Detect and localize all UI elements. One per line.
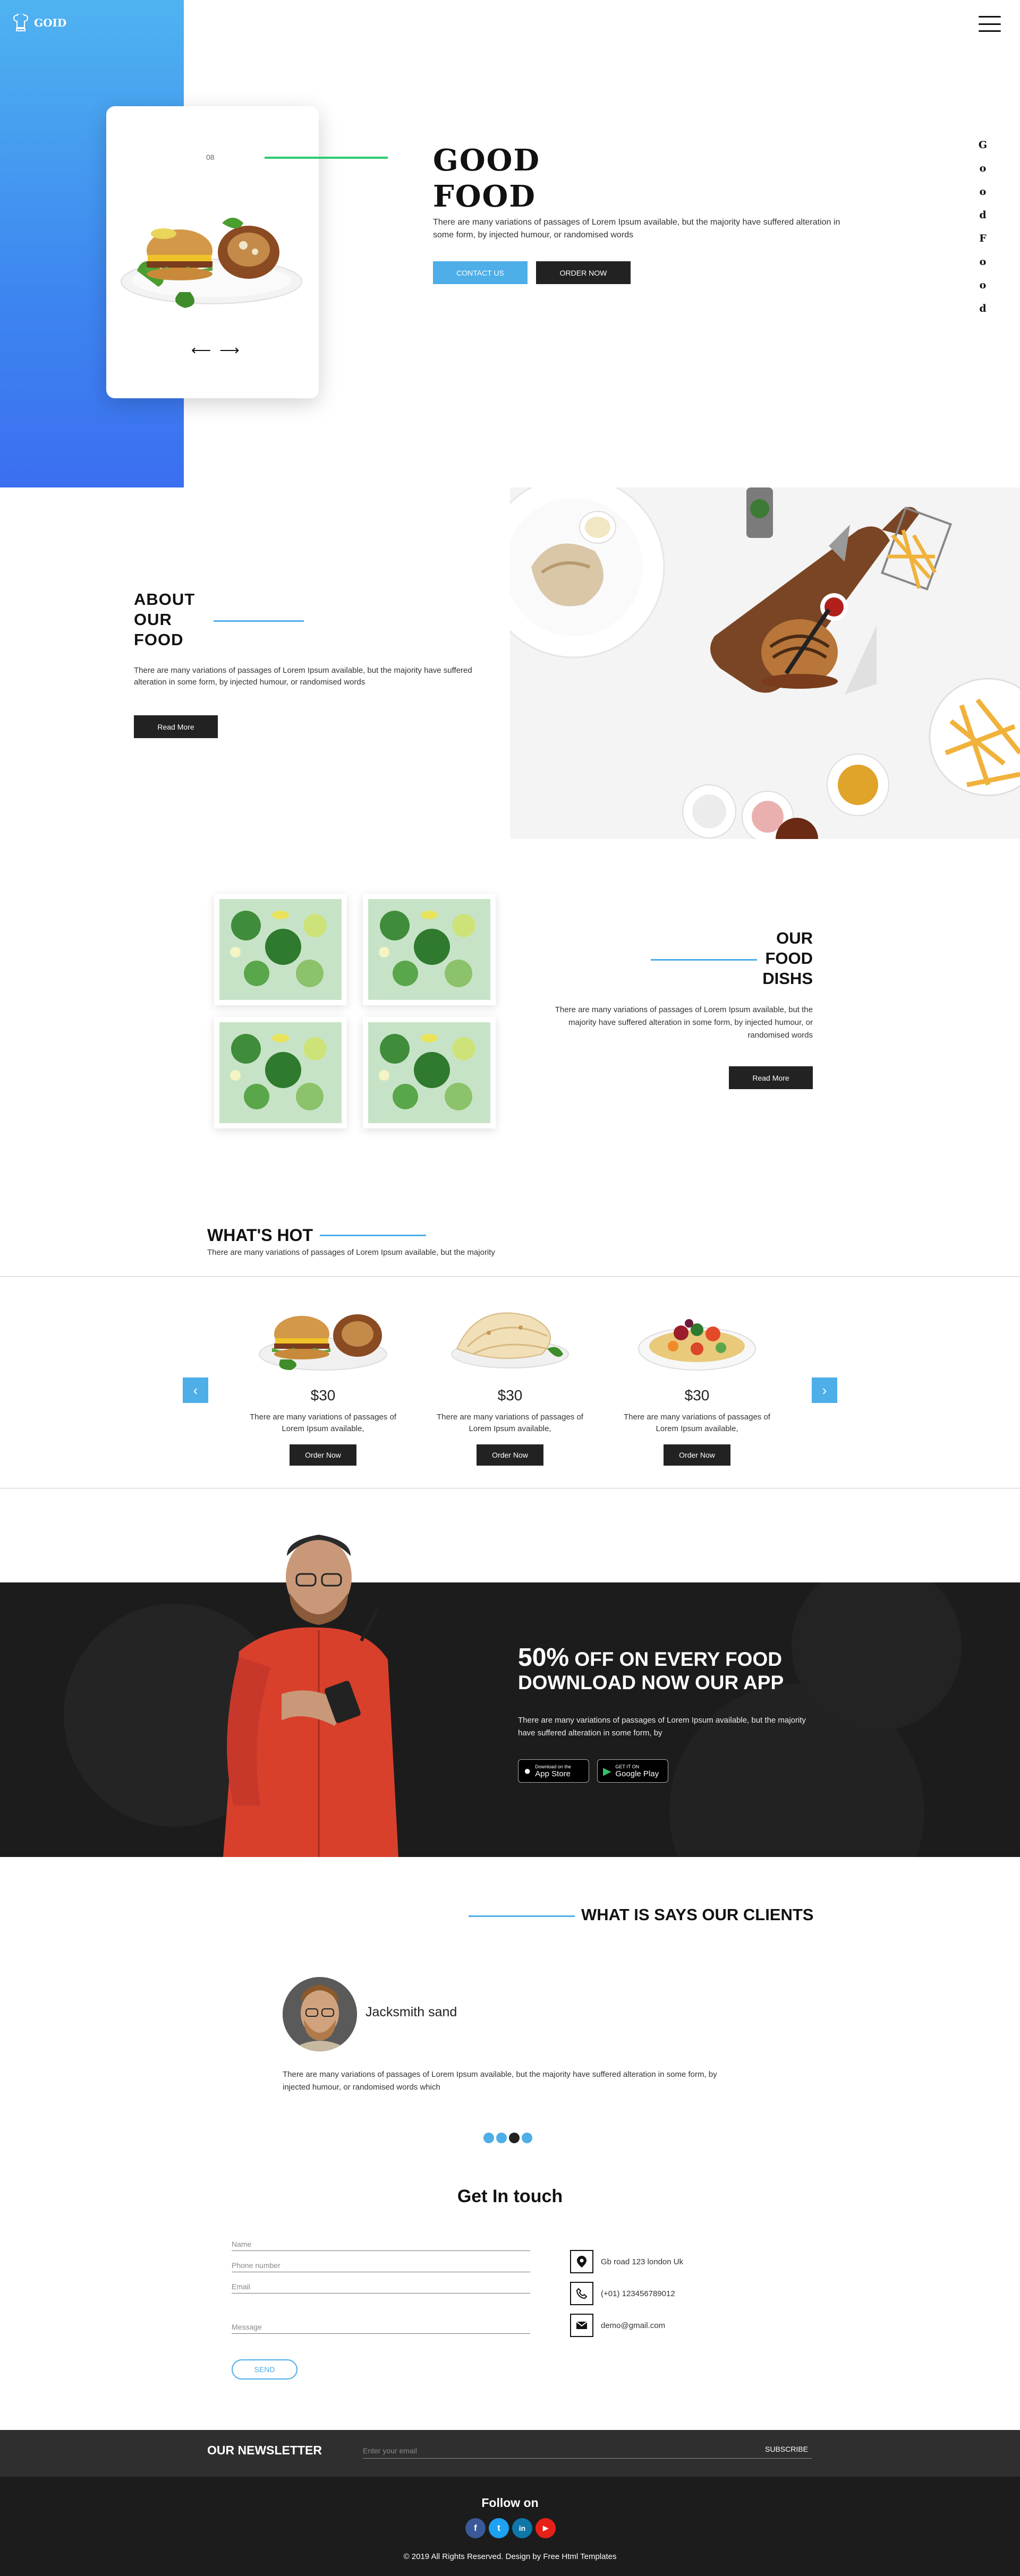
next-arrow-icon[interactable]: ⟶ bbox=[219, 342, 239, 358]
newsletter-title: OUR NEWSLETTER bbox=[207, 2443, 322, 2457]
dot-2[interactable] bbox=[496, 2133, 507, 2143]
hero-title: GOOD FOOD bbox=[433, 143, 540, 214]
contact-us-button[interactable]: CONTACT US bbox=[433, 261, 528, 284]
apple-icon: ● bbox=[524, 1764, 531, 1777]
hamburger-menu-icon[interactable] bbox=[979, 16, 1001, 32]
vegetables-image bbox=[368, 1022, 490, 1123]
youtube-icon[interactable]: ▶ bbox=[536, 2518, 556, 2538]
dot-1[interactable] bbox=[483, 2133, 494, 2143]
hot-item-desc: There are many variations of passages of… bbox=[624, 1413, 770, 1433]
carousel-next-button[interactable]: › bbox=[812, 1377, 837, 1403]
hot-item-3: $30 There are many variations of passage… bbox=[612, 1296, 782, 1466]
play-store-icon: ▶ bbox=[603, 1765, 611, 1777]
slide-index: 08 bbox=[206, 153, 215, 161]
contact-title: Get In touch bbox=[457, 2186, 563, 2206]
client-testimonial: There are many variations of passages of… bbox=[283, 2070, 717, 2092]
whats-hot-title: WHAT'S HOT bbox=[207, 1226, 313, 1245]
location-pin-icon bbox=[570, 2250, 593, 2273]
hot-item-desc: There are many variations of passages of… bbox=[250, 1413, 396, 1433]
hot-item-price: $30 bbox=[310, 1387, 336, 1403]
phone-text: (+01) 123456789012 bbox=[601, 2289, 675, 2298]
google-play-button[interactable]: ▶ GET IT ON Google Play bbox=[597, 1759, 668, 1783]
vertical-word: G o o d F o o d bbox=[978, 139, 988, 314]
vegetables-image bbox=[368, 899, 490, 1000]
man-with-phone-image bbox=[223, 1535, 398, 1857]
vegetables-image bbox=[219, 1022, 342, 1123]
hot-item-desc: There are many variations of passages of… bbox=[437, 1413, 583, 1433]
dish-tile-2[interactable] bbox=[363, 894, 496, 1005]
testimonial-dots bbox=[483, 2133, 532, 2143]
dishes-text: There are many variations of passages of… bbox=[555, 1005, 813, 1040]
message-field[interactable] bbox=[232, 2322, 530, 2334]
email-field[interactable] bbox=[232, 2281, 530, 2293]
newsletter-email-input[interactable] bbox=[363, 2443, 812, 2459]
phone-row: (+01) 123456789012 bbox=[570, 2282, 675, 2305]
dot-3[interactable] bbox=[509, 2133, 520, 2143]
whats-hot-subtitle: There are many variations of passages of… bbox=[207, 1248, 495, 1257]
phone-icon bbox=[570, 2282, 593, 2305]
follow-title: Follow on bbox=[481, 2496, 539, 2510]
carousel-prev-button[interactable]: ‹ bbox=[183, 1377, 208, 1403]
twitter-icon[interactable]: t bbox=[489, 2518, 509, 2538]
clients-title: WHAT IS SAYS OUR CLIENTS bbox=[581, 1905, 814, 1924]
email-row: demo@gmail.com bbox=[570, 2314, 665, 2337]
flatbread-image bbox=[451, 1312, 569, 1368]
hero-section: GOID 08 ⟵ ⟶ GOOD FOOD There are many var… bbox=[0, 0, 1020, 487]
hero-text: There are many variations of passages of… bbox=[433, 218, 840, 239]
promo-banner bbox=[0, 1582, 1020, 1857]
promo-title: 50% OFF ON EVERY FOOD DOWNLOAD NOW OUR A… bbox=[518, 1644, 784, 1694]
app-store-button[interactable]: ● Download on the App Store bbox=[518, 1759, 589, 1783]
client-name: Jacksmith sand bbox=[366, 2005, 457, 2019]
about-title: ABOUT OUR FOOD bbox=[134, 590, 196, 649]
promo-text: There are many variations of passages of… bbox=[518, 1716, 806, 1738]
hot-item-price: $30 bbox=[684, 1387, 710, 1403]
dishes-accent-line bbox=[651, 959, 757, 961]
dish-tile-4[interactable] bbox=[363, 1017, 496, 1128]
chef-hat-icon bbox=[13, 14, 29, 31]
name-field[interactable] bbox=[232, 2239, 530, 2251]
clients-accent-line bbox=[469, 1915, 575, 1917]
address-text: Gb road 123 london Uk bbox=[601, 2257, 684, 2266]
send-button[interactable]: SEND bbox=[232, 2359, 298, 2380]
order-now-button[interactable]: ORDER NOW bbox=[536, 261, 631, 284]
dish-tile-3[interactable] bbox=[214, 1017, 347, 1128]
prev-arrow-icon[interactable]: ⟵ bbox=[191, 342, 211, 358]
social-links: f t in ▶ bbox=[465, 2518, 556, 2538]
burger-plate-image bbox=[121, 218, 302, 308]
burger-plate-image bbox=[259, 1314, 387, 1371]
mail-icon bbox=[570, 2314, 593, 2337]
hot-item-order-button[interactable]: Order Now bbox=[290, 1444, 356, 1466]
hot-item-2: $30 There are many variations of passage… bbox=[425, 1296, 595, 1466]
hot-item-order-button[interactable]: Order Now bbox=[477, 1444, 543, 1466]
dish-tile-1[interactable] bbox=[214, 894, 347, 1005]
logo-text: GOID bbox=[34, 16, 67, 29]
linkedin-icon[interactable]: in bbox=[512, 2518, 532, 2538]
about-text: There are many variations of passages of… bbox=[134, 666, 472, 687]
card-accent-line bbox=[265, 157, 388, 159]
vegetables-image bbox=[219, 899, 342, 1000]
whats-hot-accent-line bbox=[320, 1235, 426, 1236]
subscribe-button[interactable]: SUBSCRIBE bbox=[765, 2445, 808, 2453]
hot-item-price: $30 bbox=[497, 1387, 523, 1403]
about-read-more-button[interactable]: Read More bbox=[134, 715, 218, 738]
hot-item-order-button[interactable]: Order Now bbox=[664, 1444, 730, 1466]
dishes-title: OUR FOOD DISHS bbox=[762, 929, 813, 988]
about-accent-line bbox=[214, 620, 304, 622]
email-text: demo@gmail.com bbox=[601, 2321, 666, 2330]
dot-4[interactable] bbox=[522, 2133, 532, 2143]
client-avatar bbox=[283, 1977, 357, 2051]
facebook-icon[interactable]: f bbox=[465, 2518, 486, 2538]
copyright: © 2019 All Rights Reserved. Design by Fr… bbox=[403, 2552, 617, 2561]
phone-field[interactable] bbox=[232, 2260, 530, 2272]
hot-item-1: $30 There are many variations of passage… bbox=[238, 1296, 408, 1466]
dishes-read-more-button[interactable]: Read More bbox=[729, 1066, 813, 1089]
slider-arrows: ⟵ ⟶ bbox=[191, 342, 240, 358]
food-table-photo bbox=[510, 487, 1020, 839]
promo-background bbox=[64, 1582, 962, 1857]
address-row: Gb road 123 london Uk bbox=[570, 2250, 683, 2273]
hero-slider-card: 08 ⟵ ⟶ bbox=[106, 106, 388, 398]
logo[interactable]: GOID bbox=[13, 14, 66, 32]
rice-salad-image bbox=[638, 1319, 756, 1371]
